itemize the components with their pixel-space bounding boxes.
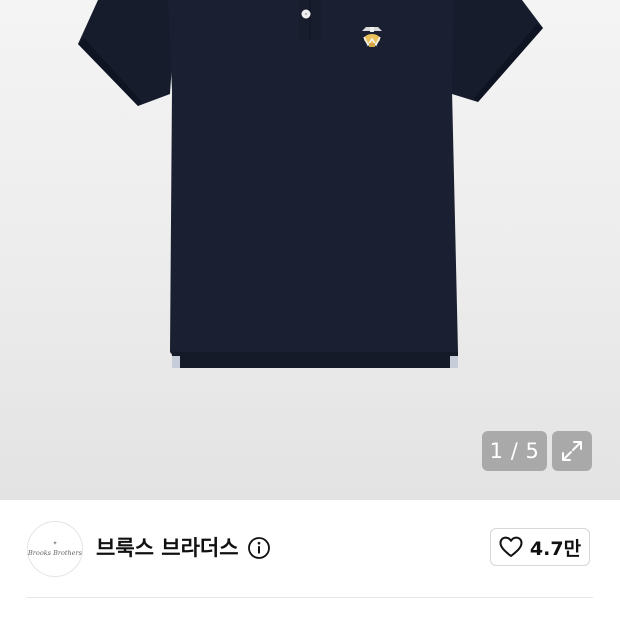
like-button[interactable]: 4.7만 <box>490 528 590 566</box>
product-gallery[interactable]: 1 / 5 <box>0 0 620 500</box>
expand-arrows-icon <box>562 441 582 461</box>
product-image[interactable] <box>0 0 620 500</box>
heart-outline-icon <box>499 536 523 557</box>
expand-button[interactable] <box>552 431 592 471</box>
brand-logo[interactable]: ✦ Brooks Brothers <box>27 521 83 577</box>
info-circle-icon[interactable] <box>247 536 271 560</box>
brand-name-link[interactable]: 브룩스 브라더스 <box>96 532 271 564</box>
like-count: 4.7만 <box>529 537 582 560</box>
divider <box>27 597 593 598</box>
brand-logo-text: Brooks Brothers <box>28 549 82 557</box>
brand-name: 브룩스 브라더스 <box>96 536 239 560</box>
image-counter: 1 / 5 <box>482 431 547 471</box>
